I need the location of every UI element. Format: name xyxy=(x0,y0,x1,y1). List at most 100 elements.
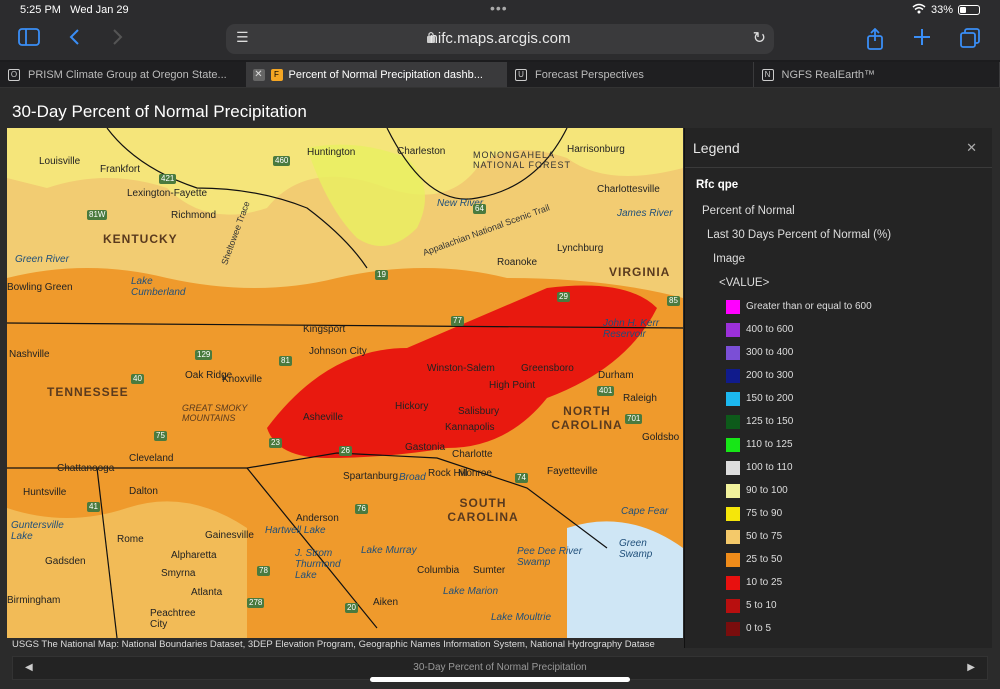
legend-image: Image xyxy=(713,253,745,265)
water-label: Lake Marion xyxy=(443,586,499,597)
water-label: Green Swamp xyxy=(619,538,653,560)
place-label: Cleveland xyxy=(129,453,174,464)
plus-icon[interactable] xyxy=(913,28,931,51)
share-icon[interactable] xyxy=(866,27,884,55)
place-label: Hickory xyxy=(395,401,429,412)
place-label: Monroe xyxy=(458,468,492,479)
address-bar[interactable]: ☰ nifc.maps.arcgis.com ↻ xyxy=(226,24,774,54)
place-label: Gainesville xyxy=(205,530,254,541)
legend-header: Legend ✕ xyxy=(685,128,992,168)
road-shield: 81W xyxy=(87,210,108,220)
water-label: James River xyxy=(617,208,673,219)
legend-swatch xyxy=(726,346,740,360)
legend-swatch xyxy=(726,392,740,406)
legend-swatch xyxy=(726,323,740,337)
road-shield: 129 xyxy=(195,350,213,360)
place-label: Lexington-Fayette xyxy=(127,188,208,199)
tab-label: Forecast Perspectives xyxy=(535,69,644,81)
reload-icon[interactable]: ↻ xyxy=(753,28,766,48)
road-shield: 23 xyxy=(269,438,282,448)
dashboard-page: 30-Day Percent of Normal Precipitation K… xyxy=(0,88,1000,689)
place-label: Durham xyxy=(598,370,634,381)
place-label: Lynchburg xyxy=(557,243,604,254)
place-label: Fayetteville xyxy=(547,466,598,477)
water-label: Hartwell Lake xyxy=(265,525,326,536)
place-label: Birmingham xyxy=(7,595,61,606)
place-label: Rome xyxy=(117,534,144,545)
multitask-dots[interactable]: ••• xyxy=(490,0,508,16)
home-indicator[interactable] xyxy=(370,677,630,682)
map-attribution: USGS The National Map: National Boundari… xyxy=(12,639,655,650)
legend-sublayer: Percent of Normal xyxy=(702,205,795,217)
road-shield: 401 xyxy=(597,386,615,396)
battery-percent: 33% xyxy=(930,4,953,16)
place-label: Charlotte xyxy=(452,449,493,460)
status-time: 5:25 PM Wed Jan 29 xyxy=(20,4,129,16)
chevron-left-icon[interactable] xyxy=(68,28,80,51)
place-label: Greensboro xyxy=(521,363,574,374)
place-label: Harrisonburg xyxy=(567,144,625,155)
legend-panel: Legend ✕ Rfc qpe Percent of Normal Last … xyxy=(684,128,992,648)
tab-label: Percent of Normal Precipitation dashb... xyxy=(288,69,483,81)
road-shield: 75 xyxy=(154,431,167,441)
chevron-left-icon[interactable]: ◀ xyxy=(25,657,33,679)
place-label: Dalton xyxy=(129,486,158,497)
tab-label: NGFS RealEarth™ xyxy=(781,69,876,81)
legend-swatch xyxy=(726,438,740,452)
park-label: GREAT SMOKY MOUNTAINS xyxy=(182,403,248,423)
state-label: VIRGINIA xyxy=(609,265,671,279)
place-label: Bowling Green xyxy=(7,282,73,293)
place-label: Winston-Salem xyxy=(427,363,495,374)
place-label: Peachtree City xyxy=(150,608,196,630)
place-label: Alpharetta xyxy=(171,550,217,561)
sidebar-icon[interactable] xyxy=(18,28,40,51)
footer-title: 30-Day Percent of Normal Precipitation xyxy=(413,662,587,673)
legend-swatch xyxy=(726,599,740,613)
legend-title: Legend xyxy=(693,140,740,156)
water-label: Lake Murray xyxy=(361,545,417,556)
tab-bar: O PRISM Climate Group at Oregon State...… xyxy=(0,62,1000,88)
state-label: TENNESSEE xyxy=(47,385,129,399)
tabs-icon[interactable] xyxy=(960,28,980,53)
chevron-right-icon[interactable] xyxy=(112,28,124,51)
legend-swatch xyxy=(726,622,740,636)
water-label: Lake Moultrie xyxy=(491,612,552,623)
road-shield: 19 xyxy=(375,270,388,280)
place-label: Johnson City xyxy=(309,346,367,357)
tab-favicon: O xyxy=(8,69,20,81)
tab-prism[interactable]: O PRISM Climate Group at Oregon State... xyxy=(0,62,247,87)
road-shield: 421 xyxy=(159,174,177,184)
close-icon[interactable]: ✕ xyxy=(966,140,977,156)
place-label: Aiken xyxy=(373,597,399,608)
road-shield: 76 xyxy=(355,504,368,514)
road-shield: 41 xyxy=(87,502,100,512)
road-shield: 85 xyxy=(667,296,680,306)
tab-realearth[interactable]: N NGFS RealEarth™ xyxy=(754,62,1000,87)
chevron-right-icon[interactable]: ▶ xyxy=(967,657,975,679)
place-label: Charleston xyxy=(397,146,446,157)
road-shield: 64 xyxy=(473,204,486,214)
road-shield: 74 xyxy=(515,473,528,483)
tab-favicon: U xyxy=(515,69,527,81)
place-label: Louisville xyxy=(39,156,81,167)
place-label: Nashville xyxy=(9,349,50,360)
road-shield: 77 xyxy=(451,316,464,326)
legend-swatch xyxy=(726,415,740,429)
wifi-icon xyxy=(912,3,926,17)
road-shield: 40 xyxy=(131,374,144,384)
tab-forecast[interactable]: U Forecast Perspectives xyxy=(507,62,754,87)
map-view[interactable]: KENTUCKY VIRGINIA TENNESSEE NORTH CAROLI… xyxy=(7,128,683,638)
water-label: Guntersville Lake xyxy=(11,520,64,542)
legend-layer: Rfc qpe xyxy=(696,179,739,191)
battery-icon xyxy=(958,5,980,15)
legend-swatch xyxy=(726,576,740,590)
road-shield: 20 xyxy=(345,603,358,613)
tab-percent-normal[interactable]: ✕ F Percent of Normal Precipitation dash… xyxy=(246,62,507,87)
close-icon[interactable]: ✕ xyxy=(252,69,265,81)
legend-swatch xyxy=(726,369,740,383)
road-shield: 460 xyxy=(273,156,291,166)
place-label: Huntsville xyxy=(23,487,67,498)
page-title: 30-Day Percent of Normal Precipitation xyxy=(12,102,307,121)
place-label: Roanoke xyxy=(497,257,538,268)
place-label: Atlanta xyxy=(191,587,223,598)
